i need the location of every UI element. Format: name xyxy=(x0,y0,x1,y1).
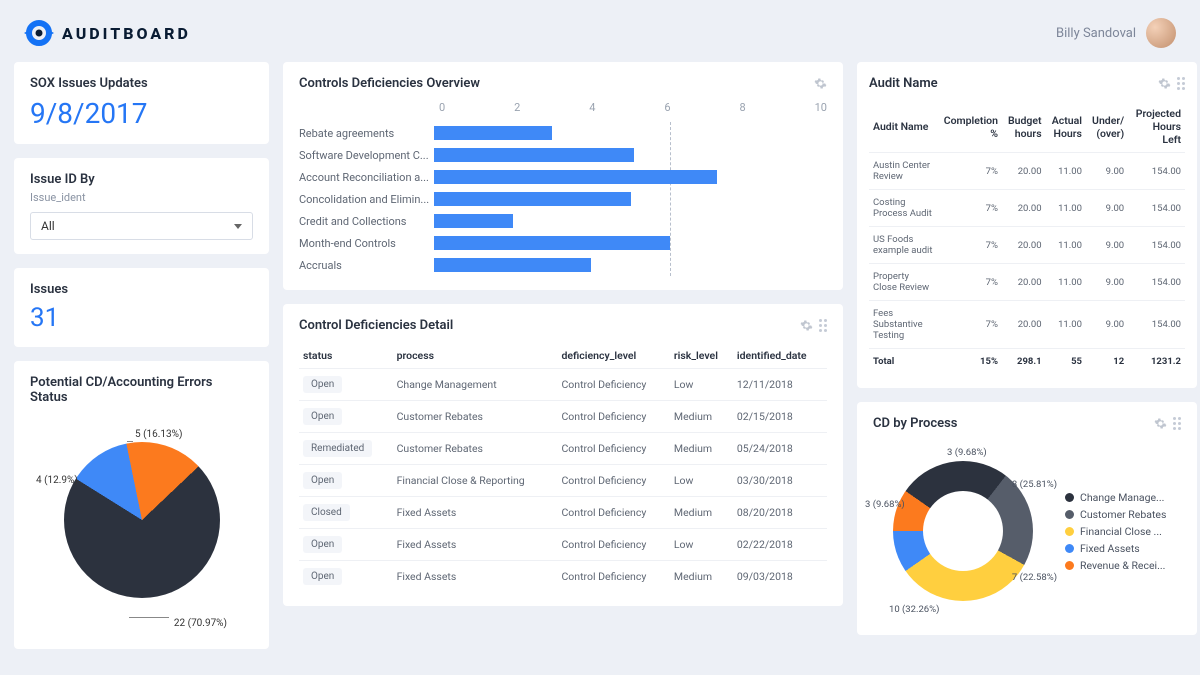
brand-text: AUDITBOARD xyxy=(62,24,191,43)
sox-updates-card: SOX Issues Updates 9/8/2017 xyxy=(14,62,269,144)
bar-row[interactable]: Software Development C... xyxy=(299,144,827,166)
drag-handle-icon[interactable] xyxy=(819,319,827,332)
donut-title: CD by Process xyxy=(873,416,957,431)
bar-row[interactable]: Rebate agreements xyxy=(299,122,827,144)
sox-date: 9/8/2017 xyxy=(30,97,253,130)
pie-label-orange: 5 (16.13%) xyxy=(135,429,182,440)
legend-item[interactable]: Revenue & Recei... xyxy=(1065,559,1166,572)
filter-field-label: Issue_ident xyxy=(30,191,253,204)
drag-handle-icon[interactable] xyxy=(1173,417,1181,430)
topbar: AUDITBOARD Billy Sandoval xyxy=(0,0,1200,62)
legend-swatch xyxy=(1065,544,1074,553)
gear-icon[interactable] xyxy=(1158,77,1171,90)
audit-title: Audit Name xyxy=(869,76,938,91)
audit-table-card: Audit Name Audit Name Completion % Budge… xyxy=(857,62,1197,388)
detail-table-card: Control Deficiencies Detail status proce… xyxy=(283,304,843,606)
bar-fill xyxy=(434,170,717,184)
bar-fill xyxy=(434,126,552,140)
bar-fill xyxy=(434,192,631,206)
legend-swatch xyxy=(1065,510,1074,519)
table-row[interactable]: Fees Substantive Testing7%20.0011.009.00… xyxy=(869,301,1185,349)
bar-row[interactable]: Account Reconciliation a... xyxy=(299,166,827,188)
bar-row[interactable]: Credit and Collections xyxy=(299,210,827,232)
bar-label: Credit and Collections xyxy=(299,215,434,228)
avatar xyxy=(1146,18,1176,48)
table-row[interactable]: OpenFixed AssetsControl DeficiencyLow02/… xyxy=(299,529,827,561)
bar-label: Software Development C... xyxy=(299,149,434,162)
bar-label: Account Reconciliation a... xyxy=(299,171,434,184)
status-badge: Open xyxy=(303,536,342,553)
bar-fill xyxy=(434,236,670,250)
logo-icon xyxy=(24,18,54,48)
pie-card: Potential CD/Accounting Errors Status 5 … xyxy=(14,361,269,649)
bar-fill xyxy=(434,214,513,228)
bar-fill xyxy=(434,148,634,162)
issues-title: Issues xyxy=(30,282,253,297)
gear-icon[interactable] xyxy=(1154,417,1167,430)
user-menu[interactable]: Billy Sandoval xyxy=(1056,18,1176,48)
bar-title: Controls Deficiencies Overview xyxy=(299,76,480,91)
bar-label: Accruals xyxy=(299,259,434,272)
table-row[interactable]: Austin Center Review7%20.0011.009.00154.… xyxy=(869,153,1185,190)
detail-table: status process deficiency_level risk_lev… xyxy=(299,343,827,592)
chevron-down-icon xyxy=(234,224,242,229)
donut-legend: Change Manage... Customer Rebates Financia… xyxy=(1065,487,1166,576)
audit-table: Audit Name Completion % Budget hours Act… xyxy=(869,101,1185,374)
detail-title: Control Deficiencies Detail xyxy=(299,318,453,333)
status-badge: Remediated xyxy=(303,440,372,457)
table-row[interactable]: OpenFinancial Close & ReportingControl D… xyxy=(299,465,827,497)
pie-title: Potential CD/Accounting Errors Status xyxy=(30,375,253,405)
bar-fill xyxy=(434,258,591,272)
status-badge: Open xyxy=(303,472,342,489)
legend-swatch xyxy=(1065,527,1074,536)
table-row[interactable]: Property Close Review7%20.0011.009.00154… xyxy=(869,264,1185,301)
issues-count: 31 xyxy=(30,303,253,333)
status-pie-chart[interactable] xyxy=(64,442,220,598)
bar-row[interactable]: Month-end Controls xyxy=(299,232,827,254)
table-row[interactable]: ClosedFixed AssetsControl DeficiencyMedi… xyxy=(299,497,827,529)
table-row[interactable]: US Foods example audit7%20.0011.009.0015… xyxy=(869,227,1185,264)
legend-item[interactable]: Change Manage... xyxy=(1065,491,1166,504)
legend-item[interactable]: Customer Rebates xyxy=(1065,508,1166,521)
filter-title: Issue ID By xyxy=(30,172,253,187)
user-name: Billy Sandoval xyxy=(1056,26,1136,41)
filter-value: All xyxy=(41,219,55,233)
filter-select[interactable]: All xyxy=(30,212,253,240)
status-badge: Open xyxy=(303,376,342,393)
logo[interactable]: AUDITBOARD xyxy=(24,18,191,48)
legend-item[interactable]: Fixed Assets xyxy=(1065,542,1166,555)
table-row[interactable]: OpenFixed AssetsControl DeficiencyMedium… xyxy=(299,561,827,593)
bar-axis: 0 2 4 6 8 10 xyxy=(299,101,827,114)
issue-filter-card: Issue ID By Issue_ident All xyxy=(14,158,269,254)
status-badge: Closed xyxy=(303,504,350,521)
table-row[interactable]: RemediatedCustomer RebatesControl Defici… xyxy=(299,433,827,465)
bar-label: Month-end Controls xyxy=(299,237,434,250)
legend-swatch xyxy=(1065,561,1074,570)
table-row[interactable]: OpenChange ManagementControl DeficiencyL… xyxy=(299,369,827,401)
table-row[interactable]: Costing Process Audit7%20.0011.009.00154… xyxy=(869,190,1185,227)
legend-item[interactable]: Financial Close ... xyxy=(1065,525,1166,538)
sox-title: SOX Issues Updates xyxy=(30,76,253,91)
bar-chart-card: Controls Deficiencies Overview 0 2 4 6 8… xyxy=(283,62,843,290)
status-badge: Open xyxy=(303,568,342,585)
table-row[interactable]: OpenCustomer RebatesControl DeficiencyMe… xyxy=(299,401,827,433)
pie-label-blue: 4 (12.9%) xyxy=(36,475,78,486)
gear-icon[interactable] xyxy=(800,319,813,332)
issues-count-card: Issues 31 xyxy=(14,268,269,347)
bar-row[interactable]: Concolidation and Elimin... xyxy=(299,188,827,210)
pie-label-dark: 22 (70.97%) xyxy=(174,618,227,629)
bar-label: Concolidation and Elimin... xyxy=(299,193,434,206)
drag-handle-icon[interactable] xyxy=(1177,77,1185,90)
donut-card: CD by Process 3 (9.68%) 8 (25.81%) 7 (22… xyxy=(857,402,1197,635)
legend-swatch xyxy=(1065,493,1074,502)
bar-label: Rebate agreements xyxy=(299,127,434,140)
gear-icon[interactable] xyxy=(814,77,827,90)
status-badge: Open xyxy=(303,408,342,425)
bar-row[interactable]: Accruals xyxy=(299,254,827,276)
